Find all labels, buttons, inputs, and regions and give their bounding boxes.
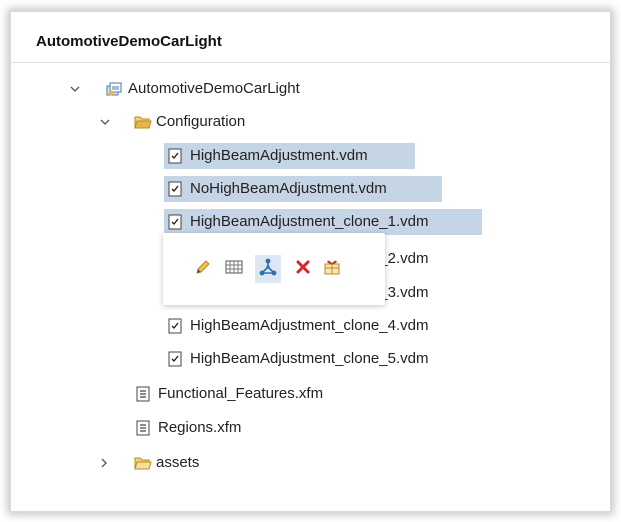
delete-button[interactable] xyxy=(290,255,316,283)
tree-node-label: NoHighBeamAdjustment.vdm xyxy=(190,180,387,197)
vdm-file-icon xyxy=(168,181,184,197)
edit-button[interactable] xyxy=(190,255,216,283)
xfm-file-icon xyxy=(136,420,152,436)
tree-node-label: HighBeamAdjustment_clone_4.vdm xyxy=(190,317,429,334)
title-divider xyxy=(11,62,610,63)
vdm-file-icon xyxy=(168,214,184,230)
chevron-down-icon[interactable] xyxy=(68,82,82,96)
panel-title: AutomotiveDemoCarLight xyxy=(36,33,222,50)
tree-node-label: Functional_Features.xfm xyxy=(158,385,324,402)
tree-node-file[interactable]: HighBeamAdjustment.vdm xyxy=(164,143,415,169)
table-icon xyxy=(225,259,243,280)
tree-node-label: HighBeamAdjustment.vdm xyxy=(190,147,368,164)
quick-actions-popup xyxy=(163,233,385,305)
pencil-icon xyxy=(194,258,212,281)
tree-node-label: HighBeamAdjustment_clone_5.vdm xyxy=(190,350,429,367)
vdm-file-icon xyxy=(168,318,184,334)
tree-node-assets[interactable]: assets xyxy=(134,450,199,476)
delete-icon xyxy=(296,260,310,279)
vdm-file-icon xyxy=(168,351,184,367)
tree-node-label: assets xyxy=(156,454,200,471)
tree-node-label: HighBeamAdjustment_clone_1.vdm xyxy=(190,213,429,230)
tree-node-label: Regions.xfm xyxy=(158,419,242,436)
xfm-file-icon xyxy=(136,386,152,402)
project-icon xyxy=(106,81,122,97)
open-folder-icon xyxy=(134,114,152,130)
graph-icon xyxy=(258,257,278,282)
feature-graph-button[interactable] xyxy=(255,255,281,283)
tree-node-label: AutomotiveDemoCarLight xyxy=(128,80,300,97)
chevron-down-icon[interactable] xyxy=(98,115,112,129)
tree-node-file[interactable]: HighBeamAdjustment_clone_1.vdm xyxy=(164,209,482,235)
tree-node-project[interactable]: AutomotiveDemoCarLight xyxy=(106,76,300,102)
tree-node-regions[interactable]: Regions.xfm xyxy=(136,415,241,441)
tree-node-functional-features[interactable]: Functional_Features.xfm xyxy=(136,381,323,407)
table-view-button[interactable] xyxy=(221,255,247,283)
package-icon xyxy=(322,258,342,281)
tree-node-label: Configuration xyxy=(156,113,246,130)
tree-node-file[interactable]: HighBeamAdjustment_clone_4.vdm xyxy=(168,313,428,339)
tree-node-file[interactable]: NoHighBeamAdjustment.vdm xyxy=(164,176,442,202)
tree-node-configuration[interactable]: Configuration xyxy=(134,109,245,135)
vdm-file-icon xyxy=(168,148,184,164)
chevron-right-icon[interactable] xyxy=(97,456,111,470)
tree-node-file[interactable]: HighBeamAdjustment_clone_5.vdm xyxy=(168,346,428,372)
package-button[interactable] xyxy=(319,255,345,283)
folder-icon xyxy=(134,455,152,471)
